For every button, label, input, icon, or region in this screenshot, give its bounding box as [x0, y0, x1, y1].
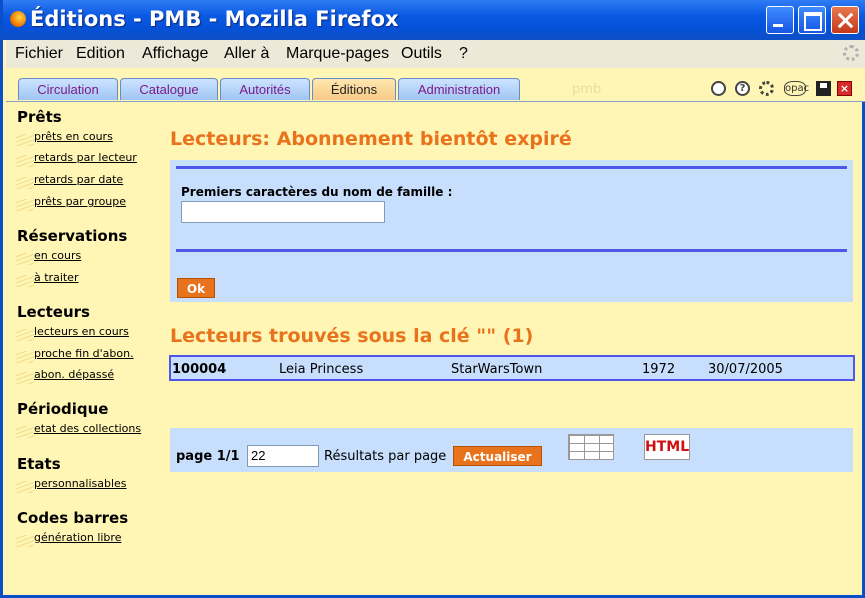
spreadsheet-export-icon[interactable]: [568, 434, 614, 460]
print-icon[interactable]: [711, 81, 726, 96]
firefox-icon: [10, 11, 26, 27]
reader-city: StarWarsTown: [451, 362, 543, 377]
reader-year: 1972: [642, 362, 676, 377]
menu-bar: Fichier Edition Affichage Aller à Marque…: [6, 40, 865, 69]
menu-marque-pages[interactable]: Marque-pages: [286, 45, 389, 63]
html-export-icon[interactable]: HTML: [644, 434, 690, 460]
sidebar-section-prets: Prêts: [17, 108, 62, 126]
sidebar-link-prets-par-groupe[interactable]: prêts par groupe: [15, 195, 126, 211]
sidebar-link-etat-des-collections[interactable]: etat des collections: [15, 422, 141, 438]
sidebar-link-retards-par-date[interactable]: retards par date: [15, 173, 123, 189]
reader-name: Leia Princess: [279, 362, 364, 377]
sidebar-link-proche-fin-abon[interactable]: proche fin d'abon.: [16, 347, 134, 363]
ok-button[interactable]: Ok: [177, 278, 215, 298]
close-window-button[interactable]: [831, 6, 859, 34]
tab-administration[interactable]: Administration: [398, 78, 520, 100]
sidebar-link-prets-en-cours[interactable]: prêts en cours: [16, 130, 113, 146]
window-title: Éditions - PMB - Mozilla Firefox: [30, 7, 399, 31]
browser-window: Éditions - PMB - Mozilla Firefox Fichier…: [0, 0, 865, 598]
opac-icon[interactable]: opac: [784, 81, 809, 96]
page-title: Lecteurs: Abonnement bientôt expiré: [170, 128, 572, 150]
update-button[interactable]: Actualiser: [453, 446, 542, 466]
name-search-input[interactable]: [181, 201, 385, 223]
menu-fichier[interactable]: Fichier: [15, 45, 63, 63]
form-divider-bottom: [176, 249, 847, 252]
table-row[interactable]: 100004 Leia Princess StarWarsTown 1972 3…: [169, 355, 855, 381]
menu-affichage[interactable]: Affichage: [142, 45, 208, 63]
form-divider-top: [176, 166, 847, 169]
sidebar-section-lecteurs: Lecteurs: [17, 303, 90, 321]
sidebar-link-en-cours[interactable]: en cours: [15, 249, 81, 265]
page-indicator: page 1/1: [176, 449, 240, 464]
menu-help[interactable]: ?: [459, 45, 468, 63]
settings-icon[interactable]: [759, 81, 774, 96]
search-form: Premiers caractères du nom de famille : …: [170, 160, 853, 302]
pagination-bar: page 1/1 22 Résultats par page Actualise…: [170, 428, 853, 472]
results-per-page-label: Résultats par page: [324, 449, 447, 464]
tab-circulation[interactable]: Circulation: [18, 78, 118, 100]
sidebar-section-etats: Etats: [17, 455, 61, 473]
throbber-icon: [843, 45, 859, 61]
tab-catalogue[interactable]: Catalogue: [120, 78, 218, 100]
save-icon[interactable]: [816, 81, 831, 96]
sidebar-section-reservations: Réservations: [17, 227, 128, 245]
tab-editions[interactable]: Éditions: [312, 78, 396, 100]
sidebar-section-codes-barres: Codes barres: [17, 509, 129, 527]
tab-autorites[interactable]: Autorités: [220, 78, 310, 100]
pmb-tab-bar: Circulation Catalogue Autorités Éditions…: [6, 68, 865, 102]
sidebar-menu: Prêts prêts en cours retards par lecteur…: [6, 102, 161, 592]
sidebar-link-abon-depasse[interactable]: abon. dépassé: [15, 368, 114, 384]
results-heading: Lecteurs trouvés sous la clé "" (1): [170, 325, 534, 347]
maximize-button[interactable]: [798, 6, 826, 34]
reader-id: 100004: [172, 362, 227, 377]
sidebar-link-generation-libre[interactable]: génération libre: [15, 531, 121, 547]
sidebar-link-retards-par-lecteur[interactable]: retards par lecteur: [16, 151, 137, 167]
menu-edition[interactable]: Edition: [76, 45, 125, 63]
menu-outils[interactable]: Outils: [401, 45, 442, 63]
results-per-page-input[interactable]: 22: [247, 445, 319, 467]
sidebar-link-a-traiter[interactable]: à traiter: [15, 271, 78, 287]
pmb-watermark: pmb: [572, 82, 602, 97]
sidebar-link-lecteurs-en-cours[interactable]: lecteurs en cours: [16, 325, 129, 341]
title-bar: Éditions - PMB - Mozilla Firefox: [3, 0, 865, 40]
minimize-button[interactable]: [766, 6, 794, 34]
menu-aller-a[interactable]: Aller à: [224, 45, 269, 63]
sidebar-link-personnalisables[interactable]: personnalisables: [16, 477, 127, 493]
help-icon[interactable]: ?: [735, 81, 750, 96]
name-field-label: Premiers caractères du nom de famille :: [181, 185, 453, 199]
reader-expiry-date: 30/07/2005: [708, 362, 783, 377]
close-icon[interactable]: ×: [837, 81, 852, 96]
sidebar-section-periodique: Périodique: [17, 400, 109, 418]
